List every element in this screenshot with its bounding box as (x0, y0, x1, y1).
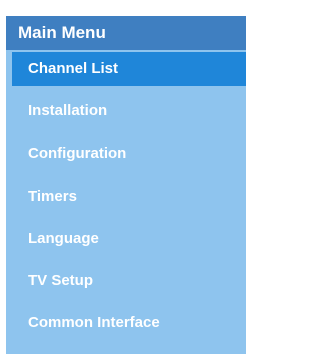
menu-title: Main Menu (6, 16, 246, 50)
menu-item-installation[interactable]: Installation (12, 92, 246, 130)
menu-list: Channel List Installation Configuration … (12, 52, 246, 354)
menu-item-configuration[interactable]: Configuration (12, 135, 246, 173)
menu-item-tv-setup[interactable]: TV Setup (12, 262, 246, 300)
menu-item-timers[interactable]: Timers (12, 178, 246, 216)
menu-item-channel-list[interactable]: Channel List (12, 52, 246, 86)
menu-item-language[interactable]: Language (12, 220, 246, 258)
main-menu: Main Menu Channel List Installation Conf… (6, 16, 246, 354)
menu-item-common-interface[interactable]: Common Interface (12, 304, 246, 342)
menu-body: Channel List Installation Configuration … (6, 50, 246, 354)
